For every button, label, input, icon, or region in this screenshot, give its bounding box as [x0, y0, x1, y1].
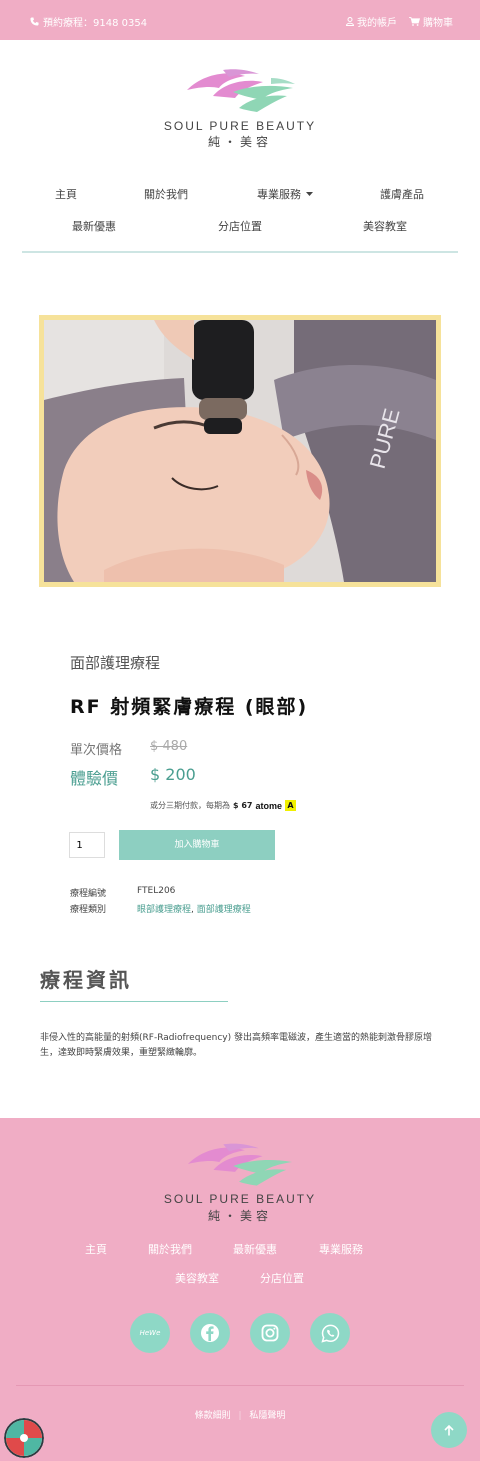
footer-legal-links: 條款細則 | 私隱聲明: [0, 1408, 480, 1421]
trial-price-label: 體驗價: [70, 769, 119, 788]
trial-price: $ 200: [150, 765, 196, 784]
nav-classroom[interactable]: 美容教室: [363, 218, 407, 234]
brand-logo[interactable]: [183, 68, 297, 114]
my-account-link[interactable]: 我的帳戶: [346, 14, 397, 29]
type-link-facial-care[interactable]: 面部護理療程: [197, 905, 251, 915]
brand-subtitle: 純・美容: [207, 135, 272, 149]
nav-offers[interactable]: 最新優惠: [72, 218, 116, 234]
cart-link[interactable]: 購物車: [409, 14, 453, 29]
product-code: FTEL206: [137, 886, 176, 896]
single-price: $ 480: [150, 739, 188, 754]
back-to-top-button[interactable]: [431, 1412, 467, 1448]
footer-nav-about[interactable]: 關於我們: [148, 1241, 192, 1257]
whatsapp-icon: [320, 1324, 339, 1343]
nav-home[interactable]: 主頁: [55, 186, 77, 202]
nav-services-label: 專業服務: [257, 188, 301, 201]
product-type-links: 眼部護理療程, 面部護理療程: [137, 902, 251, 915]
installment-amount: $ 67: [233, 801, 253, 810]
atome-badge-icon: A: [285, 800, 296, 811]
product-title: RF 射頻緊膚療程 (眼部): [70, 696, 309, 718]
nav-services[interactable]: 專業服務: [257, 186, 313, 202]
cart-label: 購物車: [423, 18, 453, 29]
nav-divider: [22, 251, 458, 253]
lucky-wheel-widget[interactable]: [4, 1418, 44, 1458]
hewe-icon: HeWe: [139, 1329, 161, 1337]
my-account-label: 我的帳戶: [357, 18, 397, 29]
product-image: PURE: [39, 315, 441, 587]
footer-nav-home[interactable]: 主頁: [85, 1241, 107, 1257]
facebook-link[interactable]: [190, 1313, 230, 1353]
hewe-link[interactable]: HeWe: [130, 1313, 170, 1353]
brand-name: SOUL PURE BEAUTY: [163, 119, 317, 133]
privacy-link[interactable]: 私隱聲明: [249, 1411, 285, 1421]
nav-products[interactable]: 護膚產品: [380, 186, 424, 202]
type-link-eye-care[interactable]: 眼部護理療程: [137, 905, 191, 915]
cart-icon: [409, 17, 420, 26]
nav-branches[interactable]: 分店位置: [218, 218, 262, 234]
legal-separator: |: [238, 1411, 242, 1421]
installment-prefix: 或分三期付款，每期為: [150, 801, 230, 810]
arrow-up-icon: [444, 1424, 454, 1435]
phone-icon: [30, 17, 39, 26]
top-bar: 預約療程：9148 0354 我的帳戶 購物車: [0, 0, 480, 40]
instagram-link[interactable]: [250, 1313, 290, 1353]
booking-phone[interactable]: 預約療程：9148 0354: [30, 14, 147, 29]
footer-nav-classroom[interactable]: 美容教室: [175, 1270, 219, 1286]
footer-brand-logo[interactable]: [184, 1142, 296, 1188]
product-category: 面部護理療程: [70, 654, 161, 672]
footer-brand-name: SOUL PURE BEAUTY: [163, 1192, 317, 1206]
instagram-icon: [261, 1324, 279, 1342]
single-price-label: 單次價格: [70, 743, 123, 758]
footer-nav-offers[interactable]: 最新優惠: [233, 1241, 277, 1257]
footer-nav-services[interactable]: 專業服務: [319, 1241, 363, 1257]
caret-down-icon: [306, 191, 313, 196]
product-type-label: 療程類別: [70, 905, 107, 915]
wheel-icon: [4, 1418, 44, 1458]
product-code-label: 療程編號: [70, 889, 107, 899]
installment-info[interactable]: 或分三期付款，每期為 $ 67 atome A: [150, 800, 296, 811]
footer-brand-subtitle: 純・美容: [207, 1209, 272, 1223]
nav-about[interactable]: 關於我們: [144, 186, 188, 202]
whatsapp-link[interactable]: [310, 1313, 350, 1353]
quantity-input[interactable]: [69, 832, 105, 858]
terms-link[interactable]: 條款細則: [195, 1411, 231, 1421]
treatment-info-heading: 療程資訊: [40, 968, 132, 992]
user-icon: [346, 17, 354, 26]
facebook-icon: [201, 1324, 219, 1342]
treatment-info-body: 非侵入性的高能量的射頻(RF-Radiofrequency) 發出高頻率電磁波，…: [40, 1033, 432, 1058]
atome-logo: atome: [255, 800, 282, 811]
booking-phone-label: 預約療程：9148 0354: [43, 18, 148, 29]
footer-divider: [16, 1385, 464, 1386]
treatment-info-underline: [40, 1001, 228, 1002]
footer-nav-branches[interactable]: 分店位置: [260, 1270, 304, 1286]
add-to-cart-button[interactable]: 加入購物車: [119, 830, 275, 860]
